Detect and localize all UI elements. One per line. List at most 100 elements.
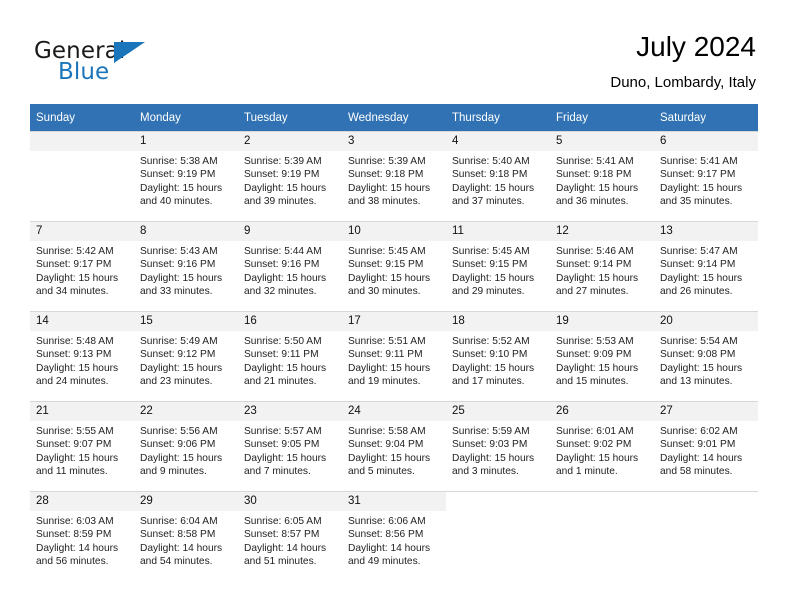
calendar-day-cell[interactable]: 30 Sunrise: 6:05 AM Sunset: 8:57 PM Dayligh… xyxy=(238,491,342,581)
info-sunset: Sunset: 9:10 PM xyxy=(452,349,528,361)
calendar-day-cell[interactable]: 27 Sunrise: 6:02 AM Sunset: 9:01 PM Dayligh… xyxy=(654,401,758,491)
info-sunrise: Sunrise: 5:59 AM xyxy=(452,426,530,437)
info-sunset: Sunset: 9:16 PM xyxy=(244,259,320,271)
calendar-day-cell[interactable]: 20 Sunrise: 5:54 AM Sunset: 9:08 PM Dayligh… xyxy=(654,311,758,401)
calendar-day-cell[interactable]: 16 Sunrise: 5:50 AM Sunset: 9:11 PM Dayligh… xyxy=(238,311,342,401)
logo-text-blue: Blue xyxy=(58,59,110,85)
info-sunrise: Sunrise: 5:45 AM xyxy=(452,246,530,257)
day-number: 30 xyxy=(238,492,342,511)
info-daylight-line2: and 7 minutes. xyxy=(244,466,311,478)
info-daylight-line1: Daylight: 15 hours xyxy=(244,272,327,284)
day-sun-info: Sunrise: 5:39 AM Sunset: 9:18 PM Daylight:… xyxy=(342,151,446,209)
info-sunrise: Sunrise: 5:51 AM xyxy=(348,336,426,347)
info-sunset: Sunset: 9:04 PM xyxy=(348,439,424,451)
calendar-day-cell[interactable]: 1 Sunrise: 5:38 AM Sunset: 9:19 PM Daylight… xyxy=(134,131,238,221)
day-number: 26 xyxy=(550,402,654,421)
info-daylight-line1: Daylight: 14 hours xyxy=(244,542,327,554)
info-sunset: Sunset: 8:56 PM xyxy=(348,529,424,541)
info-sunset: Sunset: 9:13 PM xyxy=(36,349,112,361)
info-daylight-line2: and 17 minutes. xyxy=(452,376,525,388)
info-daylight-line1: Daylight: 15 hours xyxy=(452,362,535,374)
calendar-day-cell[interactable]: 11 Sunrise: 5:45 AM Sunset: 9:15 PM Dayligh… xyxy=(446,221,550,311)
info-sunrise: Sunrise: 6:06 AM xyxy=(348,516,426,527)
calendar-day-cell[interactable]: 25 Sunrise: 5:59 AM Sunset: 9:03 PM Dayligh… xyxy=(446,401,550,491)
info-sunrise: Sunrise: 5:43 AM xyxy=(140,246,218,257)
info-daylight-line2: and 32 minutes. xyxy=(244,286,317,298)
day-number: 4 xyxy=(446,132,550,151)
info-sunrise: Sunrise: 5:41 AM xyxy=(556,156,634,167)
info-sunrise: Sunrise: 5:50 AM xyxy=(244,336,322,347)
info-daylight-line1: Daylight: 14 hours xyxy=(348,542,431,554)
calendar-day-cell[interactable]: 10 Sunrise: 5:45 AM Sunset: 9:15 PM Dayligh… xyxy=(342,221,446,311)
day-sun-info: Sunrise: 5:43 AM Sunset: 9:16 PM Daylight:… xyxy=(134,241,238,299)
info-sunset: Sunset: 9:16 PM xyxy=(140,259,216,271)
day-number: 2 xyxy=(238,132,342,151)
info-daylight-line1: Daylight: 15 hours xyxy=(452,182,535,194)
info-daylight-line2: and 24 minutes. xyxy=(36,376,109,388)
day-number xyxy=(550,492,654,511)
calendar-day-cell[interactable]: 17 Sunrise: 5:51 AM Sunset: 9:11 PM Dayligh… xyxy=(342,311,446,401)
calendar-day-cell[interactable]: 13 Sunrise: 5:47 AM Sunset: 9:14 PM Dayligh… xyxy=(654,221,758,311)
info-daylight-line1: Daylight: 15 hours xyxy=(140,362,223,374)
page-header: General Blue July 2024 Duno, Lombardy, I… xyxy=(0,0,792,100)
day-number: 6 xyxy=(654,132,758,151)
calendar-day-cell[interactable]: 23 Sunrise: 5:57 AM Sunset: 9:05 PM Dayligh… xyxy=(238,401,342,491)
weekday-header-sunday: Sunday xyxy=(30,104,134,131)
info-daylight-line1: Daylight: 15 hours xyxy=(556,272,639,284)
day-sun-info: Sunrise: 5:41 AM Sunset: 9:18 PM Daylight:… xyxy=(550,151,654,209)
info-daylight-line1: Daylight: 15 hours xyxy=(244,452,327,464)
day-sun-info: Sunrise: 6:06 AM Sunset: 8:56 PM Daylight:… xyxy=(342,511,446,569)
info-sunset: Sunset: 9:14 PM xyxy=(660,259,736,271)
info-sunset: Sunset: 9:05 PM xyxy=(244,439,320,451)
day-number xyxy=(30,132,134,151)
calendar-day-cell[interactable]: 18 Sunrise: 5:52 AM Sunset: 9:10 PM Dayligh… xyxy=(446,311,550,401)
calendar-day-cell[interactable]: 14 Sunrise: 5:48 AM Sunset: 9:13 PM Dayligh… xyxy=(30,311,134,401)
day-sun-info: Sunrise: 6:04 AM Sunset: 8:58 PM Daylight:… xyxy=(134,511,238,569)
calendar-day-cell[interactable]: 12 Sunrise: 5:46 AM Sunset: 9:14 PM Dayligh… xyxy=(550,221,654,311)
day-sun-info: Sunrise: 5:40 AM Sunset: 9:18 PM Daylight:… xyxy=(446,151,550,209)
day-sun-info: Sunrise: 6:03 AM Sunset: 8:59 PM Daylight:… xyxy=(30,511,134,569)
info-sunrise: Sunrise: 5:53 AM xyxy=(556,336,634,347)
day-number: 9 xyxy=(238,222,342,241)
calendar-day-cell[interactable]: 4 Sunrise: 5:40 AM Sunset: 9:18 PM Daylight… xyxy=(446,131,550,221)
calendar-day-cell[interactable]: 26 Sunrise: 6:01 AM Sunset: 9:02 PM Dayligh… xyxy=(550,401,654,491)
calendar-week-row: 1 Sunrise: 5:38 AM Sunset: 9:19 PM Daylight… xyxy=(30,131,758,221)
info-daylight-line2: and 39 minutes. xyxy=(244,196,317,208)
calendar-day-cell[interactable]: 15 Sunrise: 5:49 AM Sunset: 9:12 PM Dayligh… xyxy=(134,311,238,401)
day-sun-info: Sunrise: 5:55 AM Sunset: 9:07 PM Daylight:… xyxy=(30,421,134,479)
day-number: 14 xyxy=(30,312,134,331)
weekday-header-row: Sunday Monday Tuesday Wednesday Thursday Frid… xyxy=(30,104,758,131)
day-sun-info: Sunrise: 5:45 AM Sunset: 9:15 PM Daylight:… xyxy=(446,241,550,299)
info-sunrise: Sunrise: 6:05 AM xyxy=(244,516,322,527)
calendar-day-cell[interactable]: 28 Sunrise: 6:03 AM Sunset: 8:59 PM Dayligh… xyxy=(30,491,134,581)
info-daylight-line1: Daylight: 15 hours xyxy=(348,272,431,284)
calendar-day-cell[interactable]: 29 Sunrise: 6:04 AM Sunset: 8:58 PM Dayligh… xyxy=(134,491,238,581)
calendar-day-cell[interactable]: 3 Sunrise: 5:39 AM Sunset: 9:18 PM Daylight… xyxy=(342,131,446,221)
calendar-day-cell[interactable]: 9 Sunrise: 5:44 AM Sunset: 9:16 PM Daylight… xyxy=(238,221,342,311)
day-sun-info: Sunrise: 5:39 AM Sunset: 9:19 PM Daylight:… xyxy=(238,151,342,209)
info-daylight-line1: Daylight: 15 hours xyxy=(452,272,535,284)
calendar-day-cell[interactable]: 7 Sunrise: 5:42 AM Sunset: 9:17 PM Daylight… xyxy=(30,221,134,311)
day-number: 5 xyxy=(550,132,654,151)
calendar-day-cell[interactable]: 22 Sunrise: 5:56 AM Sunset: 9:06 PM Dayligh… xyxy=(134,401,238,491)
day-sun-info: Sunrise: 5:59 AM Sunset: 9:03 PM Daylight:… xyxy=(446,421,550,479)
calendar-day-cell[interactable]: 24 Sunrise: 5:58 AM Sunset: 9:04 PM Dayligh… xyxy=(342,401,446,491)
day-number: 12 xyxy=(550,222,654,241)
info-sunrise: Sunrise: 5:49 AM xyxy=(140,336,218,347)
calendar-day-cell[interactable]: 31 Sunrise: 6:06 AM Sunset: 8:56 PM Dayligh… xyxy=(342,491,446,581)
calendar-day-cell[interactable]: 8 Sunrise: 5:43 AM Sunset: 9:16 PM Daylight… xyxy=(134,221,238,311)
info-sunset: Sunset: 9:01 PM xyxy=(660,439,736,451)
calendar-day-cell[interactable]: 19 Sunrise: 5:53 AM Sunset: 9:09 PM Dayligh… xyxy=(550,311,654,401)
info-daylight-line2: and 51 minutes. xyxy=(244,556,317,568)
info-sunrise: Sunrise: 5:55 AM xyxy=(36,426,114,437)
info-sunset: Sunset: 9:15 PM xyxy=(348,259,424,271)
calendar-day-cell[interactable]: 5 Sunrise: 5:41 AM Sunset: 9:18 PM Daylight… xyxy=(550,131,654,221)
calendar-day-cell[interactable]: 2 Sunrise: 5:39 AM Sunset: 9:19 PM Daylight… xyxy=(238,131,342,221)
weekday-header-thursday: Thursday xyxy=(446,104,550,131)
calendar-day-cell[interactable]: 21 Sunrise: 5:55 AM Sunset: 9:07 PM Dayligh… xyxy=(30,401,134,491)
info-sunset: Sunset: 9:02 PM xyxy=(556,439,632,451)
calendar-day-cell[interactable]: 6 Sunrise: 5:41 AM Sunset: 9:17 PM Daylight… xyxy=(654,131,758,221)
day-sun-info: Sunrise: 5:51 AM Sunset: 9:11 PM Daylight:… xyxy=(342,331,446,389)
info-daylight-line1: Daylight: 15 hours xyxy=(36,362,119,374)
info-sunrise: Sunrise: 5:39 AM xyxy=(348,156,426,167)
